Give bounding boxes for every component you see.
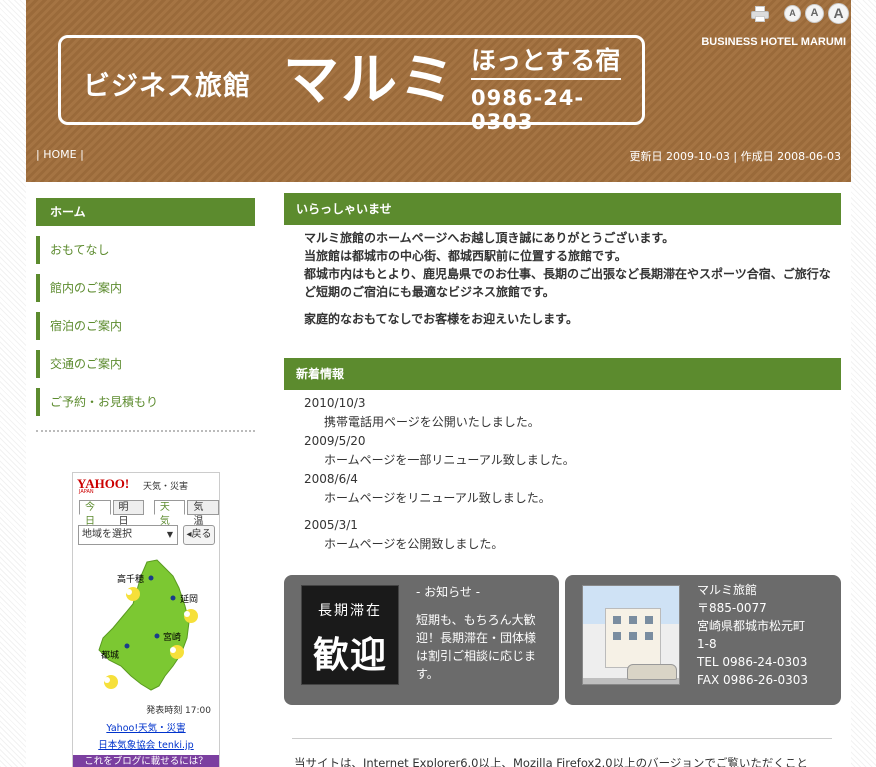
- city-label-miyazaki: 宮崎: [163, 631, 181, 643]
- city-label-takachiho: 高千穂: [117, 573, 144, 585]
- tab-tomorrow[interactable]: 明日: [112, 500, 145, 527]
- logo-big-text: マルミ: [283, 48, 457, 113]
- long-stay-banner: 長期滞在 歓迎: [301, 585, 399, 685]
- header-tools: A A A: [750, 3, 849, 24]
- hotel-address-line2: 1-8: [697, 637, 717, 651]
- tab-temperature[interactable]: 気温: [187, 500, 219, 527]
- sidebar-item-stay[interactable]: 宿泊のご案内: [36, 312, 255, 340]
- sidebar-divider: [36, 430, 255, 432]
- notice-body: 短期も、もちろん大歓迎！長期滞在・団体様は割引ご相談に応じます。: [416, 613, 537, 681]
- logo-small-text: ビジネス旅館: [83, 71, 251, 102]
- logo-tagline: ほっとする宿: [471, 46, 621, 80]
- sidebar-item-access[interactable]: 交通のご案内: [36, 350, 255, 378]
- hotel-name: マルミ旅館: [697, 583, 758, 597]
- news-text: 携帯電話用ページを公開いたしました。: [324, 415, 540, 429]
- welcome-heading: いらっしゃいませ: [284, 193, 841, 225]
- region-select-value: 地域を選択: [82, 529, 132, 540]
- welcome-line: 当旅館は都城市の中心街、都城西駅前に位置する旅館です。: [304, 249, 627, 263]
- news-date: 2010/10/3: [304, 396, 366, 410]
- tab-today[interactable]: 今日: [79, 500, 111, 527]
- hotel-address-line1: 宮崎県都城市松元町: [697, 619, 806, 633]
- browser-notice: 当サイトは、Internet Explorer6.0以上、Mozilla Fir…: [294, 756, 808, 767]
- news-text: ホームページを公開致しました。: [324, 537, 504, 551]
- breadcrumb: | HOME |: [36, 148, 84, 161]
- notice-title: - お知らせ -: [416, 585, 481, 599]
- site-header: ビジネス旅館 マルミ ほっとする宿 0986-24-0303 A A A BUS…: [26, 0, 851, 182]
- hotel-photo: [582, 585, 680, 685]
- weather-map: 高千穂 延岡 宮崎 都城: [98, 559, 198, 691]
- sun-icon: [170, 645, 184, 659]
- hotel-info-panel: マルミ旅館 〒885-0077 宮崎県都城市松元町 1-8 TEL 0986-2…: [565, 575, 841, 705]
- yahoo-weather-link[interactable]: Yahoo!天気・災害: [73, 722, 219, 736]
- tenki-link[interactable]: 日本気象協会 tenki.jp: [73, 739, 219, 753]
- city-label-nobeoka: 延岡: [180, 593, 198, 605]
- welcome-closing: 家庭的なおもてなしでお客様をお迎えいたします。: [304, 312, 578, 326]
- news-heading: 新着情報: [284, 358, 841, 390]
- yahoo-logo-sub: JAPAN: [79, 489, 94, 495]
- footer-divider: [292, 738, 832, 739]
- welcome-line: マルミ旅館のホームページへお越し頂き誠にありがとうございます。: [304, 231, 675, 245]
- region-select[interactable]: 地域を選択 ▼: [78, 525, 178, 545]
- weather-widget: YAHOO! JAPAN 天気・災害 今日 明日 天気 気温 地域を選択 ▼ ◂…: [72, 472, 220, 767]
- news-text: ホームページをリニューアル致しました。: [324, 491, 551, 505]
- hotel-fax: FAX 0986-26-0303: [697, 673, 809, 687]
- welcome-line: 都城市内はもとより、鹿児島県でのお仕事、長期のご出張など長期滞在やスポーツ合宿、…: [304, 267, 831, 299]
- map-city-dot: [170, 595, 176, 601]
- hotel-postal: 〒885-0077: [697, 601, 767, 615]
- welcome-text: マルミ旅館のホームページへお越し頂き誠にありがとうございます。 当旅館は都城市の…: [284, 229, 841, 328]
- news-date: 2009/5/20: [304, 434, 366, 448]
- sidebar-item-reservation[interactable]: ご予約・お見積もり: [36, 388, 255, 416]
- news-date: 2005/3/1: [304, 518, 358, 532]
- notice-text: - お知らせ - 短期も、もちろん大歓迎！長期滞在・団体様は割引ご相談に応じます…: [416, 583, 546, 683]
- sidebar-item-home[interactable]: ホーム: [36, 198, 255, 226]
- weather-tabs: 今日 明日 天気 気温: [79, 500, 219, 527]
- sun-icon: [184, 609, 198, 623]
- brand-english: BUSINESS HOTEL MARUMI: [701, 36, 846, 48]
- blog-embed-link[interactable]: これをブログに載せるには？: [73, 755, 219, 767]
- tab-weather[interactable]: 天気: [153, 500, 186, 527]
- back-button[interactable]: ◂戻る: [183, 525, 215, 545]
- chevron-down-icon: ▼: [166, 530, 173, 539]
- home-link[interactable]: HOME: [43, 148, 76, 161]
- update-dates: 更新日 2009-10-03 | 作成日 2008-06-03: [629, 150, 841, 163]
- font-size-medium-button[interactable]: A: [805, 4, 824, 23]
- news-text: ホームページを一部リニューアル致しました。: [324, 453, 575, 467]
- map-city-dot: [148, 575, 154, 581]
- font-size-large-button[interactable]: A: [828, 3, 849, 24]
- sidebar-item-hospitality[interactable]: おもてなし: [36, 236, 255, 264]
- map-city-dot: [124, 643, 130, 649]
- map-city-dot: [154, 633, 160, 639]
- sun-icon: [126, 587, 140, 601]
- site-logo[interactable]: ビジネス旅館 マルミ ほっとする宿 0986-24-0303: [58, 35, 645, 134]
- logo-phone: 0986-24-0303: [471, 86, 585, 134]
- city-label-miyakonojo: 都城: [101, 650, 119, 661]
- sidebar-item-facilities[interactable]: 館内のご案内: [36, 274, 255, 302]
- print-icon[interactable]: [750, 5, 770, 23]
- font-size-small-button[interactable]: A: [784, 5, 801, 22]
- sidebar: ホーム おもてなし 館内のご案内 宿泊のご案内 交通のご案内 ご予約・お見積もり: [36, 198, 255, 432]
- hotel-tel: TEL 0986-24-0303: [697, 655, 808, 669]
- sun-icon: [104, 675, 118, 689]
- notice-panel: 長期滞在 歓迎 - お知らせ - 短期も、もちろん大歓迎！長期滞在・団体様は割引…: [284, 575, 559, 705]
- weather-update-time: 発表時刻 17:00: [146, 706, 211, 716]
- news-date: 2008/6/4: [304, 472, 358, 486]
- hotel-address: マルミ旅館 〒885-0077 宮崎県都城市松元町 1-8 TEL 0986-2…: [697, 581, 837, 689]
- page-container: ビジネス旅館 マルミ ほっとする宿 0986-24-0303 A A A BUS…: [26, 0, 851, 767]
- weather-title: 天気・災害: [143, 482, 189, 492]
- news-list: 2010/10/3 携帯電話用ページを公開いたしました。 2009/5/20 ホ…: [284, 394, 841, 554]
- main-content: いらっしゃいませ マルミ旅館のホームページへお越し頂き誠にありがとうございます。…: [284, 193, 841, 767]
